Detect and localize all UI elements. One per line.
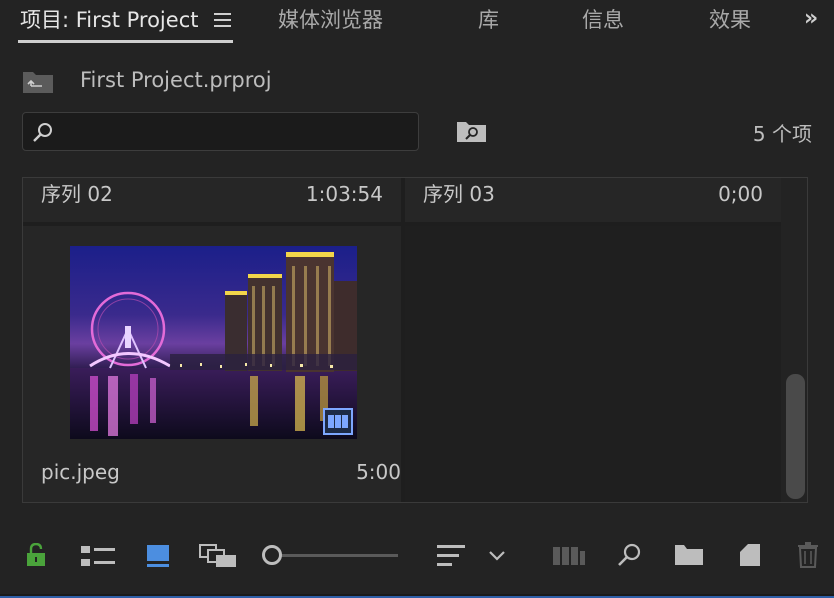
- list-view-icon[interactable]: [81, 545, 115, 567]
- new-bin-icon[interactable]: [675, 544, 703, 566]
- project-file-icon[interactable]: [22, 69, 54, 94]
- automate-sequence-icon: [553, 547, 585, 565]
- tab-overflow-button[interactable]: »: [804, 6, 818, 31]
- tile-duration: 5:00: [356, 460, 401, 484]
- tab-media-browser-label: 媒体浏览器: [278, 8, 383, 32]
- tile-title: 序列 02: [41, 182, 113, 206]
- tile-duration: 1:03:54: [305, 182, 383, 206]
- search-field[interactable]: [22, 112, 419, 151]
- item-count: 5 个项: [752, 122, 812, 146]
- search-input[interactable]: [61, 119, 415, 146]
- tab-media-browser[interactable]: 媒体浏览器: [278, 6, 383, 34]
- tab-effects[interactable]: 效果: [709, 6, 751, 34]
- tab-effects-label: 效果: [709, 8, 751, 32]
- search-icon: [33, 123, 52, 142]
- bin-search-icon[interactable]: [456, 119, 487, 143]
- new-item-icon[interactable]: [739, 543, 761, 567]
- tab-project[interactable]: 项目: First Project: [20, 6, 198, 34]
- chevron-down-icon[interactable]: [488, 550, 506, 562]
- tab-info-label: 信息: [582, 8, 624, 32]
- icon-view-icon[interactable]: [146, 544, 170, 568]
- zoom-slider-knob[interactable]: [262, 545, 282, 565]
- tile-duration: 0;00: [718, 182, 763, 206]
- scrollbar-thumb[interactable]: [786, 374, 805, 499]
- freeform-view-icon[interactable]: [199, 544, 237, 568]
- find-icon[interactable]: [616, 542, 642, 568]
- sort-icon[interactable]: [437, 544, 466, 568]
- tile-sequence-03[interactable]: 序列 03 0;00: [405, 178, 781, 222]
- panel-tab-bar: 项目: First Project 媒体浏览器 库 信息 效果 »: [0, 0, 834, 46]
- lock-icon[interactable]: [25, 543, 47, 567]
- active-tab-underline: [18, 40, 233, 43]
- trash-icon: [798, 542, 818, 568]
- video-clip-badge-icon: [323, 408, 353, 435]
- empty-cell: [405, 226, 781, 502]
- project-items-grid: 序列 02 1:03:54 序列 03 0;00 pic.jpeg 5:00: [22, 177, 808, 503]
- tile-title: 序列 03: [423, 182, 495, 206]
- tab-libraries[interactable]: 库: [478, 6, 499, 34]
- menu-icon[interactable]: [214, 13, 231, 27]
- project-file-name: First Project.prproj: [80, 68, 272, 92]
- tile-sequence-02[interactable]: 序列 02 1:03:54: [23, 178, 401, 222]
- tile-title: pic.jpeg: [41, 460, 120, 484]
- zoom-slider-track[interactable]: [280, 554, 398, 557]
- clip-thumbnail[interactable]: [70, 246, 357, 439]
- tab-info[interactable]: 信息: [582, 6, 624, 34]
- tab-project-label: 项目: First Project: [20, 8, 199, 32]
- tab-libraries-label: 库: [478, 8, 499, 32]
